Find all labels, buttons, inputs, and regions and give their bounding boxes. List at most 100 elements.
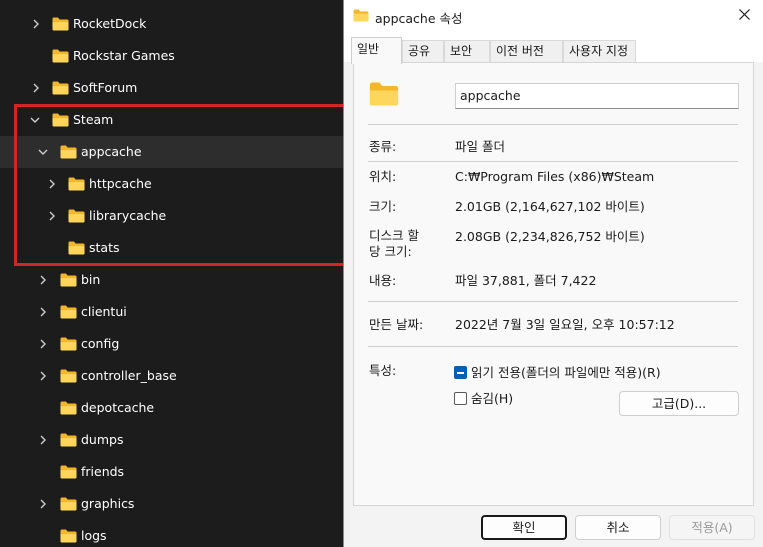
tree-item-label: logs bbox=[81, 528, 107, 543]
ok-button[interactable]: 확인 bbox=[481, 515, 567, 540]
tree-item-friends[interactable]: friends bbox=[0, 456, 345, 488]
folder-icon bbox=[68, 177, 85, 191]
explorer-navigation-tree: RocketDock Rockstar Games SoftForum Stea… bbox=[0, 0, 352, 547]
folder-icon bbox=[60, 497, 77, 511]
tree-item-graphics[interactable]: graphics bbox=[0, 488, 345, 520]
tree-item-label: SoftForum bbox=[73, 80, 138, 95]
apply-button[interactable]: 적용(A) bbox=[669, 515, 755, 540]
location-label: 위치: bbox=[369, 169, 397, 184]
tab-previous-versions[interactable]: 이전 버전 bbox=[490, 40, 563, 63]
tree-item-label: RocketDock bbox=[73, 16, 147, 31]
tree-item-config[interactable]: config bbox=[0, 328, 345, 360]
tree-item-softforum[interactable]: SoftForum bbox=[0, 72, 345, 104]
folder-icon bbox=[60, 273, 77, 287]
disk-size-label-line2: 당 크기: bbox=[369, 244, 412, 259]
cancel-button[interactable]: 취소 bbox=[575, 515, 661, 540]
folder-icon bbox=[60, 529, 77, 543]
folder-icon bbox=[52, 113, 69, 127]
tree-item-depotcache[interactable]: depotcache bbox=[0, 392, 345, 424]
tab-security[interactable]: 보안 bbox=[444, 40, 490, 63]
tree-item-label: httpcache bbox=[89, 176, 152, 191]
chevron-down-icon[interactable] bbox=[38, 147, 48, 157]
dialog-title: appcache 속성 bbox=[375, 11, 463, 26]
folder-icon bbox=[68, 209, 85, 223]
size-value: 2.01GB (2,164,627,102 바이트) bbox=[455, 199, 645, 214]
tab-general[interactable]: 일반 bbox=[351, 37, 402, 64]
tree-item-steam[interactable]: Steam bbox=[0, 104, 345, 136]
created-value: 2022년 7월 3일 일요일, 오후 10:57:12 bbox=[455, 317, 675, 332]
tree-item-logs[interactable]: logs bbox=[0, 520, 345, 547]
type-label: 종류: bbox=[369, 139, 397, 154]
tree-item-controller-base[interactable]: controller_base bbox=[0, 360, 345, 392]
tree-item-label: appcache bbox=[81, 144, 142, 159]
tree-item-label: friends bbox=[81, 464, 125, 479]
tab-sharing[interactable]: 공유 bbox=[402, 40, 444, 63]
divider bbox=[368, 161, 738, 162]
chevron-right-icon[interactable] bbox=[38, 371, 48, 381]
chevron-right-icon[interactable] bbox=[38, 339, 48, 349]
disk-size-label-line1: 디스크 할 bbox=[369, 228, 419, 243]
tab-customize[interactable]: 사용자 지정 bbox=[563, 40, 636, 63]
tree-item-appcache[interactable]: appcache bbox=[0, 136, 345, 168]
folder-icon bbox=[60, 401, 77, 415]
folder-icon bbox=[60, 465, 77, 479]
chevron-right-icon[interactable] bbox=[31, 83, 41, 93]
folder-icon bbox=[68, 241, 85, 255]
attributes-label: 특성: bbox=[369, 363, 397, 378]
tree-item-dumps[interactable]: dumps bbox=[0, 424, 345, 456]
chevron-down-icon[interactable] bbox=[30, 115, 40, 125]
folder-icon bbox=[52, 17, 69, 31]
tab-bar: 일반 공유 보안 이전 버전 사용자 지정 bbox=[344, 32, 763, 64]
close-icon bbox=[738, 9, 750, 23]
tree-item-bin[interactable]: bin bbox=[0, 264, 345, 296]
divider bbox=[368, 346, 738, 347]
tree-item-librarycache[interactable]: librarycache bbox=[0, 200, 345, 232]
location-value: C:₩Program Files (x86)₩Steam bbox=[455, 169, 655, 184]
folder-icon bbox=[52, 49, 69, 63]
tree-item-label: Steam bbox=[73, 112, 114, 127]
chevron-right-icon[interactable] bbox=[38, 499, 48, 509]
contains-label: 내용: bbox=[369, 273, 397, 288]
advanced-button[interactable]: 고급(D)... bbox=[619, 391, 739, 416]
divider bbox=[368, 124, 738, 125]
tree-item-rockstar-games[interactable]: Rockstar Games bbox=[0, 40, 345, 72]
tree-item-label: controller_base bbox=[81, 368, 177, 383]
tree-item-label: Rockstar Games bbox=[73, 48, 175, 63]
readonly-checkbox-label[interactable]: 읽기 전용(폴더의 파일에만 적용)(R) bbox=[471, 364, 661, 381]
general-tab-panel: appcache 종류: 파일 폴더 위치: C:₩Program Files … bbox=[353, 62, 754, 506]
tree-item-label: graphics bbox=[81, 496, 135, 511]
readonly-checkbox[interactable] bbox=[454, 366, 467, 379]
chevron-right-icon[interactable] bbox=[38, 307, 48, 317]
tree-item-clientui[interactable]: clientui bbox=[0, 296, 345, 328]
hidden-checkbox[interactable] bbox=[454, 392, 467, 405]
properties-dialog: appcache 속성 일반 공유 보안 이전 버전 사용자 지정 appcac… bbox=[343, 0, 763, 547]
tree-item-label: librarycache bbox=[89, 208, 167, 223]
folder-icon bbox=[60, 337, 77, 351]
contains-value: 파일 37,881, 폴더 7,422 bbox=[455, 273, 597, 288]
tree-item-label: bin bbox=[81, 272, 101, 287]
folder-name-input[interactable]: appcache bbox=[455, 83, 739, 109]
disk-size-value: 2.08GB (2,234,826,752 바이트) bbox=[455, 229, 645, 244]
type-value: 파일 폴더 bbox=[455, 139, 505, 154]
close-button[interactable] bbox=[724, 0, 763, 32]
chevron-right-icon[interactable] bbox=[47, 211, 57, 221]
tree-item-label: depotcache bbox=[81, 400, 155, 415]
hidden-checkbox-label[interactable]: 숨김(H) bbox=[471, 390, 513, 407]
folder-icon bbox=[60, 433, 77, 447]
folder-icon bbox=[353, 9, 369, 25]
tree-item-label: dumps bbox=[81, 432, 124, 447]
tree-item-label: stats bbox=[89, 240, 120, 255]
dialog-titlebar[interactable]: appcache 속성 bbox=[344, 0, 763, 32]
size-label: 크기: bbox=[369, 199, 397, 214]
chevron-right-icon[interactable] bbox=[31, 19, 41, 29]
tree-item-stats[interactable]: stats bbox=[0, 232, 345, 264]
folder-icon bbox=[60, 145, 77, 159]
tree-item-httpcache[interactable]: httpcache bbox=[0, 168, 345, 200]
tree-item-rocketdock[interactable]: RocketDock bbox=[0, 8, 345, 40]
chevron-right-icon[interactable] bbox=[38, 435, 48, 445]
divider bbox=[368, 301, 738, 302]
chevron-right-icon[interactable] bbox=[47, 179, 57, 189]
chevron-right-icon[interactable] bbox=[38, 275, 48, 285]
tree-item-label: clientui bbox=[81, 304, 127, 319]
folder-icon bbox=[52, 81, 69, 95]
